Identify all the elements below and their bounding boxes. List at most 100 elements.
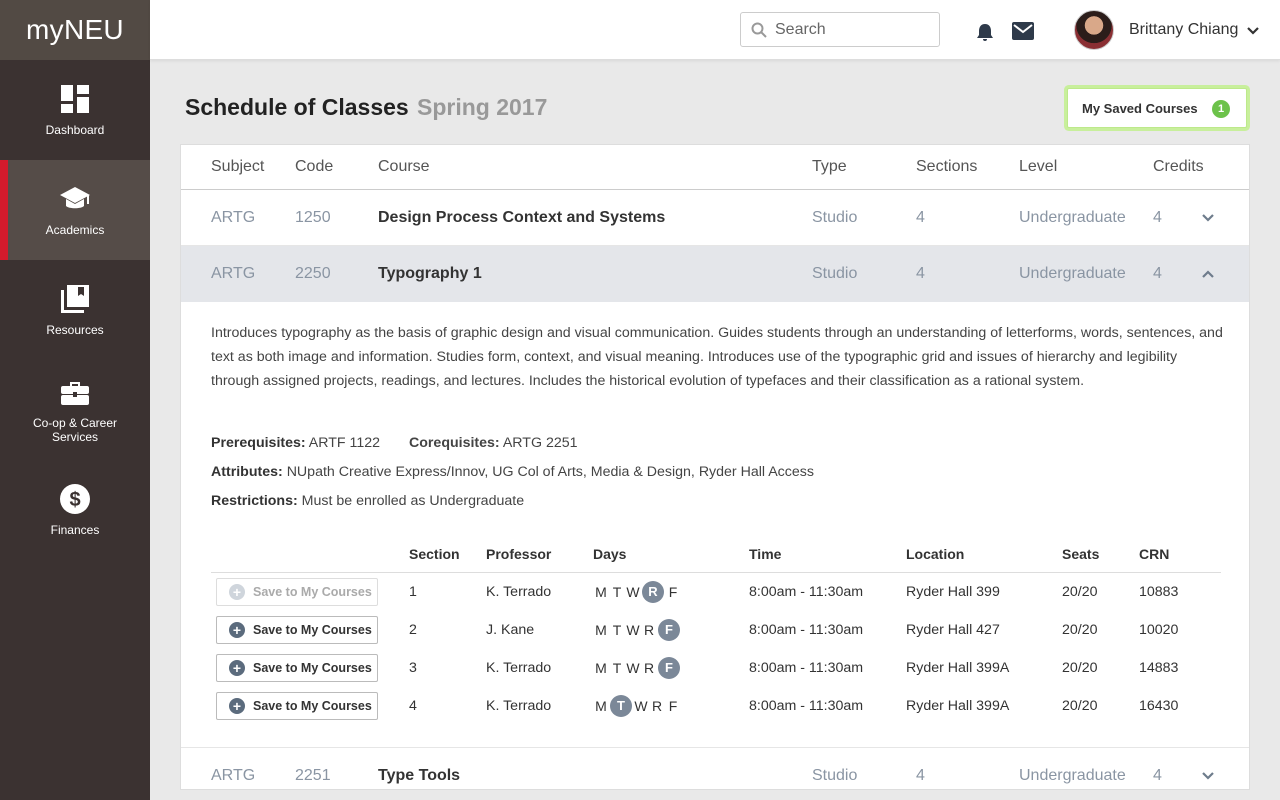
section-time: 8:00am - 11:30am xyxy=(749,584,864,600)
section-time: 8:00am - 11:30am xyxy=(749,622,864,638)
course-detail: Introduces typography as the basis of gr… xyxy=(211,321,1223,509)
section-professor: K. Terrado xyxy=(486,660,552,676)
day-indicator: T xyxy=(612,584,622,600)
day-indicator: F xyxy=(658,657,680,679)
day-indicator: R xyxy=(642,581,664,603)
save-button-label: Save to My Courses xyxy=(253,623,372,637)
corequisites: Corequisites: ARTG 2251 xyxy=(409,435,578,451)
course-row[interactable]: ARTG 1250 Design Process Context and Sys… xyxy=(181,190,1249,246)
course-title: Typography 1 xyxy=(378,265,482,282)
course-type: Studio xyxy=(812,208,858,226)
day-indicator: W xyxy=(634,698,648,714)
sidebar-item-label: Resources xyxy=(46,323,104,337)
course-type: Studio xyxy=(812,766,858,784)
header-course[interactable]: Course xyxy=(378,158,430,176)
search-icon xyxy=(751,22,767,38)
sidebar-item-label: Co-op & Career Services xyxy=(32,416,118,444)
page-title: Schedule of Classes xyxy=(185,94,409,120)
sidebar-item-label: Finances xyxy=(50,523,100,537)
attributes: Attributes: NUpath Creative Express/Inno… xyxy=(211,464,814,480)
course-row-expanded[interactable]: ARTG 2250 Typography 1 Studio 4 Undergra… xyxy=(181,246,1249,302)
top-bar: Brittany Chiang xyxy=(150,0,1280,60)
attributes-label: Attributes: xyxy=(211,464,283,480)
header-sections[interactable]: Sections xyxy=(916,158,977,176)
course-level: Undergraduate xyxy=(1019,766,1126,784)
day-indicator: R xyxy=(643,622,655,638)
header-subject[interactable]: Subject xyxy=(211,158,264,176)
course-subject: ARTG xyxy=(211,208,256,226)
restrictions-label: Restrictions: xyxy=(211,493,298,509)
day-indicator: T xyxy=(612,660,622,676)
course-level: Undergraduate xyxy=(1019,265,1126,282)
save-to-my-courses-button[interactable]: + Save to My Courses xyxy=(216,578,378,606)
search-box[interactable] xyxy=(740,12,940,47)
chevron-up-icon[interactable] xyxy=(1201,267,1215,281)
course-code: 2250 xyxy=(295,265,331,282)
briefcase-icon xyxy=(61,382,89,405)
mail-icon[interactable] xyxy=(1012,22,1034,40)
course-description: Introduces typography as the basis of gr… xyxy=(211,325,1223,389)
section-days: MTWRF xyxy=(593,619,681,641)
section-row: + Save to My Courses 3 K. Terrado M T W R F 8:00a… xyxy=(211,649,1221,687)
save-to-my-courses-button[interactable]: + Save to My Courses xyxy=(216,616,378,644)
header-section: Section xyxy=(409,545,460,562)
section-number: 3 xyxy=(409,660,417,676)
table-header: Subject Code Course Type Sections Level … xyxy=(181,145,1249,190)
section-professor: K. Terrado xyxy=(486,698,552,714)
sidebar-item-academics[interactable]: Academics xyxy=(0,160,150,260)
notification-bell-icon[interactable] xyxy=(975,22,995,42)
header-crn: CRN xyxy=(1139,545,1170,562)
user-name[interactable]: Brittany Chiang xyxy=(1129,21,1238,39)
day-indicator: F xyxy=(668,698,678,714)
header-professor: Professor xyxy=(486,545,552,562)
restrictions: Restrictions: Must be enrolled as Underg… xyxy=(211,493,524,509)
sidebar-item-resources[interactable]: Resources xyxy=(0,260,150,360)
sidebar-item-finances[interactable]: $ Finances xyxy=(0,460,150,560)
sidebar-item-co-op-career[interactable]: Co-op & Career Services xyxy=(0,360,150,460)
header-credits[interactable]: Credits xyxy=(1153,158,1204,176)
chevron-down-icon[interactable] xyxy=(1201,211,1215,225)
course-credits: 4 xyxy=(1153,766,1162,784)
section-days: MTWRF xyxy=(593,657,681,679)
section-seats: 20/20 xyxy=(1062,622,1098,638)
course-subject: ARTG xyxy=(211,265,256,282)
course-row[interactable]: ARTG 2251 Type Tools Studio 4 Undergradu… xyxy=(181,747,1249,789)
section-number: 1 xyxy=(409,584,417,600)
day-indicator: M xyxy=(595,660,607,676)
day-indicator: M xyxy=(595,698,607,714)
prerequisites-label: Prerequisites: xyxy=(211,435,306,451)
search-input[interactable] xyxy=(775,20,925,39)
chevron-down-icon[interactable] xyxy=(1246,24,1260,38)
page-term: Spring 2017 xyxy=(417,94,548,120)
avatar[interactable] xyxy=(1074,10,1114,50)
attributes-value: NUpath Creative Express/Innov, UG Col of… xyxy=(286,464,814,480)
course-sections: 4 xyxy=(916,208,925,226)
section-days: MTWRF xyxy=(593,581,681,603)
day-indicator: F xyxy=(658,619,680,641)
section-number: 4 xyxy=(409,698,417,714)
section-location: Ryder Hall 399A xyxy=(906,698,1010,714)
section-crn: 16430 xyxy=(1139,698,1179,714)
app-logo[interactable]: myNEU xyxy=(0,0,150,60)
course-code: 1250 xyxy=(295,208,331,226)
sidebar-item-dashboard[interactable]: Dashboard xyxy=(0,60,150,160)
day-indicator: W xyxy=(626,584,640,600)
section-seats: 20/20 xyxy=(1062,584,1098,600)
chevron-down-icon[interactable] xyxy=(1201,769,1215,783)
header-level[interactable]: Level xyxy=(1019,158,1057,176)
save-to-my-courses-button[interactable]: + Save to My Courses xyxy=(216,654,378,682)
save-to-my-courses-button[interactable]: + Save to My Courses xyxy=(216,692,378,720)
day-indicator: F xyxy=(668,584,678,600)
header-type[interactable]: Type xyxy=(812,158,847,176)
plus-icon: + xyxy=(229,660,245,676)
my-saved-courses-button[interactable]: My Saved Courses 1 xyxy=(1067,88,1247,128)
sidebar-item-label: Dashboard xyxy=(45,123,105,137)
course-subject: ARTG xyxy=(211,766,256,784)
header-code[interactable]: Code xyxy=(295,158,333,176)
section-number: 2 xyxy=(409,622,417,638)
prerequisites-value: ARTF 1122 xyxy=(308,435,381,451)
section-professor: J. Kane xyxy=(486,622,535,638)
section-location: Ryder Hall 399A xyxy=(906,660,1010,676)
day-indicator: R xyxy=(651,698,663,714)
plus-icon: + xyxy=(229,584,245,600)
